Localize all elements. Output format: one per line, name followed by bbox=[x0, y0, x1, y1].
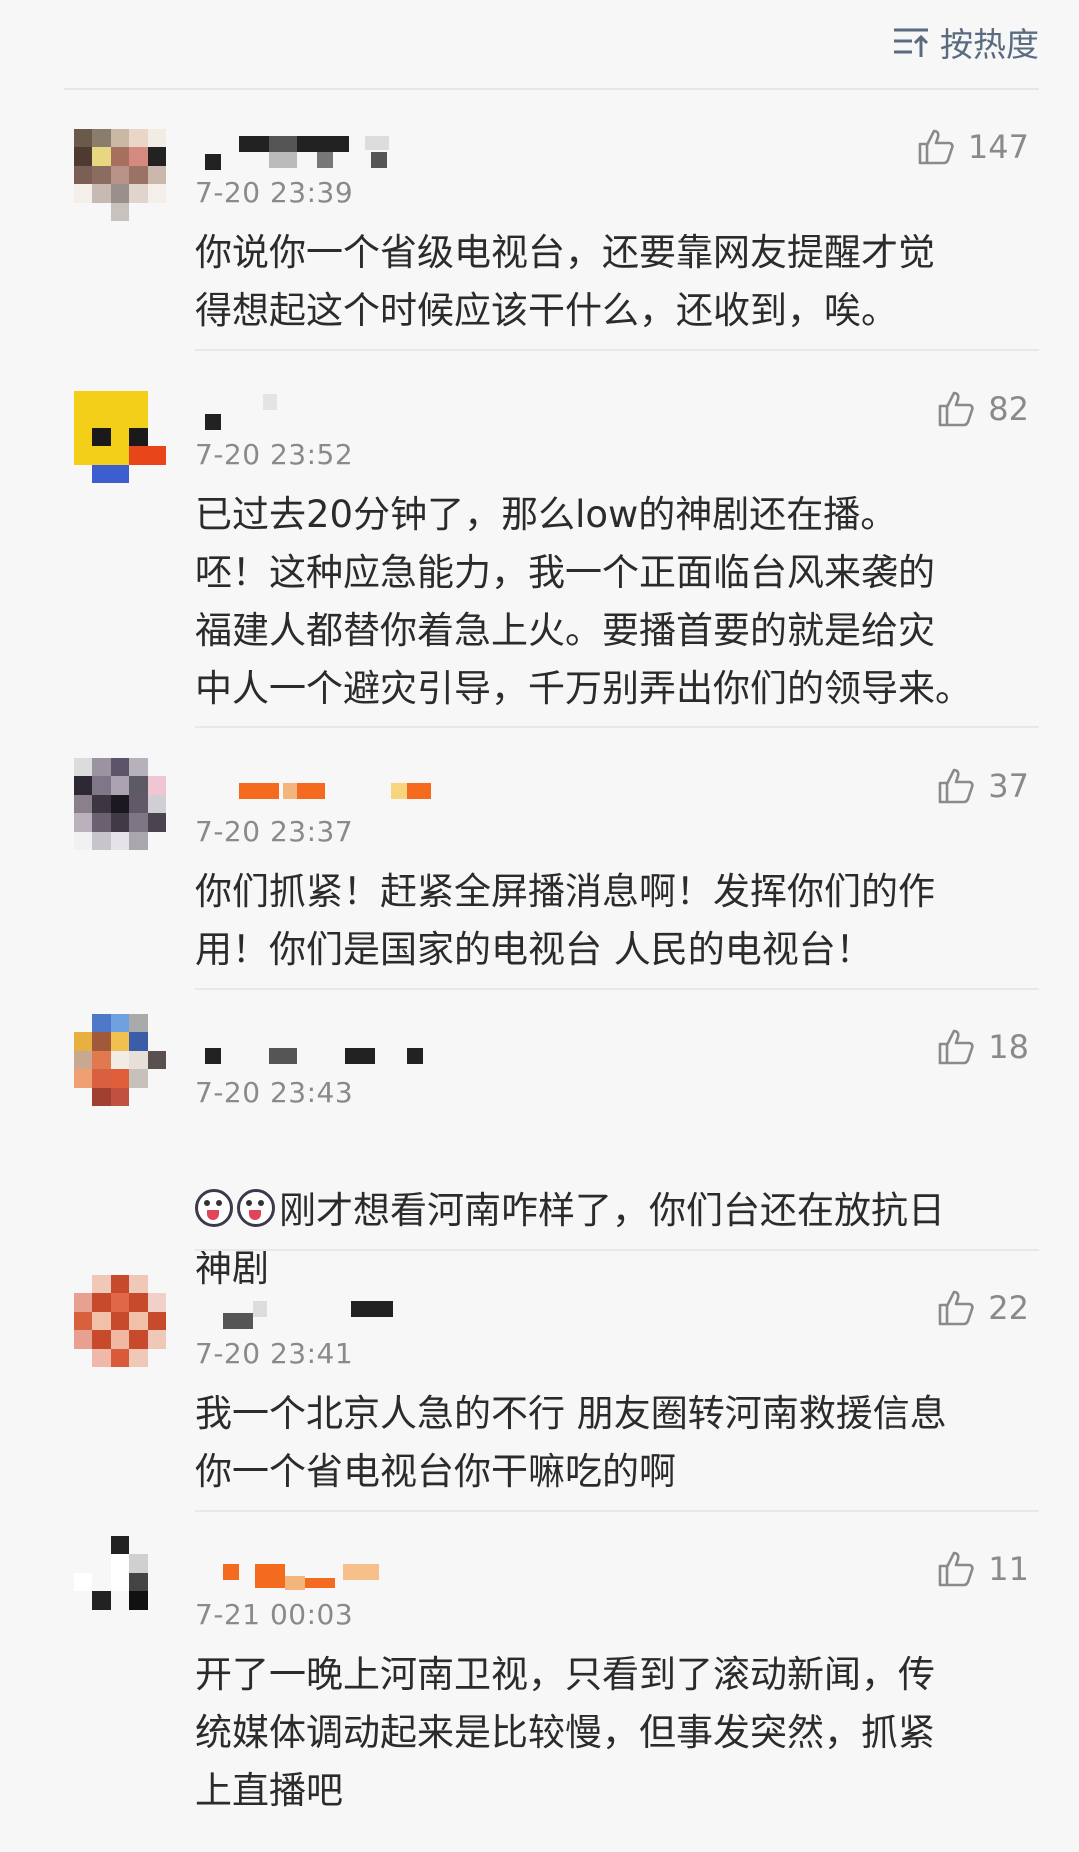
like-button[interactable]: 22 bbox=[936, 1285, 1029, 1331]
like-button[interactable]: 37 bbox=[936, 763, 1029, 809]
thumbs-up-icon bbox=[918, 129, 954, 165]
comment-timestamp: 7-20 23:43 bbox=[195, 1076, 354, 1109]
like-button[interactable]: 82 bbox=[936, 386, 1029, 432]
comment-timestamp: 7-21 00:03 bbox=[195, 1598, 354, 1631]
laughing-dog-emoji-icon bbox=[195, 1189, 233, 1227]
comment-text: 你们抓紧！赶紧全屏播消息啊！发挥你们的作 用！你们是国家的电视台 人民的电视台！ bbox=[195, 870, 935, 971]
username-redacted[interactable] bbox=[195, 132, 715, 172]
avatar[interactable] bbox=[74, 1275, 166, 1367]
avatar[interactable] bbox=[74, 129, 166, 221]
sort-by-hot-button[interactable]: 按热度 bbox=[892, 18, 1039, 66]
username-redacted[interactable] bbox=[195, 1293, 715, 1333]
username-redacted[interactable] bbox=[195, 1554, 715, 1594]
username-redacted[interactable] bbox=[195, 394, 715, 434]
username-redacted[interactable] bbox=[195, 771, 715, 811]
sort-icon bbox=[894, 28, 929, 57]
comment-timestamp: 7-20 23:39 bbox=[195, 176, 354, 209]
like-count: 18 bbox=[988, 1028, 1029, 1066]
like-count: 22 bbox=[988, 1289, 1029, 1327]
comment-text: 我一个北京人急的不行 朋友圈转河南救援信息 你一个省电视台你干嘛吃的啊 bbox=[195, 1392, 947, 1493]
avatar[interactable] bbox=[74, 758, 166, 850]
sort-label: 按热度 bbox=[940, 25, 1039, 64]
thumbs-up-icon bbox=[938, 1029, 974, 1065]
comment-divider bbox=[195, 726, 1039, 728]
like-button[interactable]: 147 bbox=[916, 124, 1029, 170]
thumbs-up-icon bbox=[938, 768, 974, 804]
comment-divider bbox=[195, 988, 1039, 990]
like-count: 82 bbox=[988, 390, 1029, 428]
comment-timestamp: 7-20 23:52 bbox=[195, 438, 354, 471]
comment-text: 你说你一个省级电视台，还要靠网友提醒才觉 得想起这个时候应该干什么，还收到，唉。 bbox=[195, 231, 935, 332]
like-button[interactable]: 11 bbox=[936, 1546, 1029, 1592]
like-count: 11 bbox=[988, 1550, 1029, 1588]
laughing-dog-emoji-icon bbox=[237, 1189, 275, 1227]
comment-timestamp: 7-20 23:37 bbox=[195, 815, 354, 848]
thumbs-up-icon bbox=[938, 391, 974, 427]
avatar[interactable] bbox=[74, 1536, 166, 1628]
like-button[interactable]: 18 bbox=[936, 1024, 1029, 1070]
like-count: 147 bbox=[967, 128, 1029, 166]
comment-text: 刚才想看河南咋样了，你们台还在放抗日 神剧 bbox=[195, 1124, 1015, 1298]
comment-divider bbox=[195, 1510, 1039, 1512]
comment-divider bbox=[195, 1249, 1039, 1251]
like-count: 37 bbox=[988, 767, 1029, 805]
thumbs-up-icon bbox=[938, 1290, 974, 1326]
username-redacted[interactable] bbox=[195, 1032, 715, 1072]
thumbs-up-icon bbox=[938, 1551, 974, 1587]
comment-text-body: 刚才想看河南咋样了，你们台还在放抗日 神剧 bbox=[195, 1189, 945, 1290]
avatar[interactable] bbox=[74, 391, 166, 483]
comment-timestamp: 7-20 23:41 bbox=[195, 1337, 354, 1370]
comment-text: 开了一晚上河南卫视，只看到了滚动新闻，传 统媒体调动起来是比较慢，但事发突然，抓… bbox=[195, 1653, 935, 1812]
comment-divider bbox=[195, 349, 1039, 351]
avatar[interactable] bbox=[74, 1014, 166, 1106]
comment-text: 已过去20分钟了，那么low的神剧还在播。 呸！这种应急能力，我一个正面临台风来… bbox=[195, 493, 972, 710]
header-divider bbox=[64, 88, 1039, 90]
